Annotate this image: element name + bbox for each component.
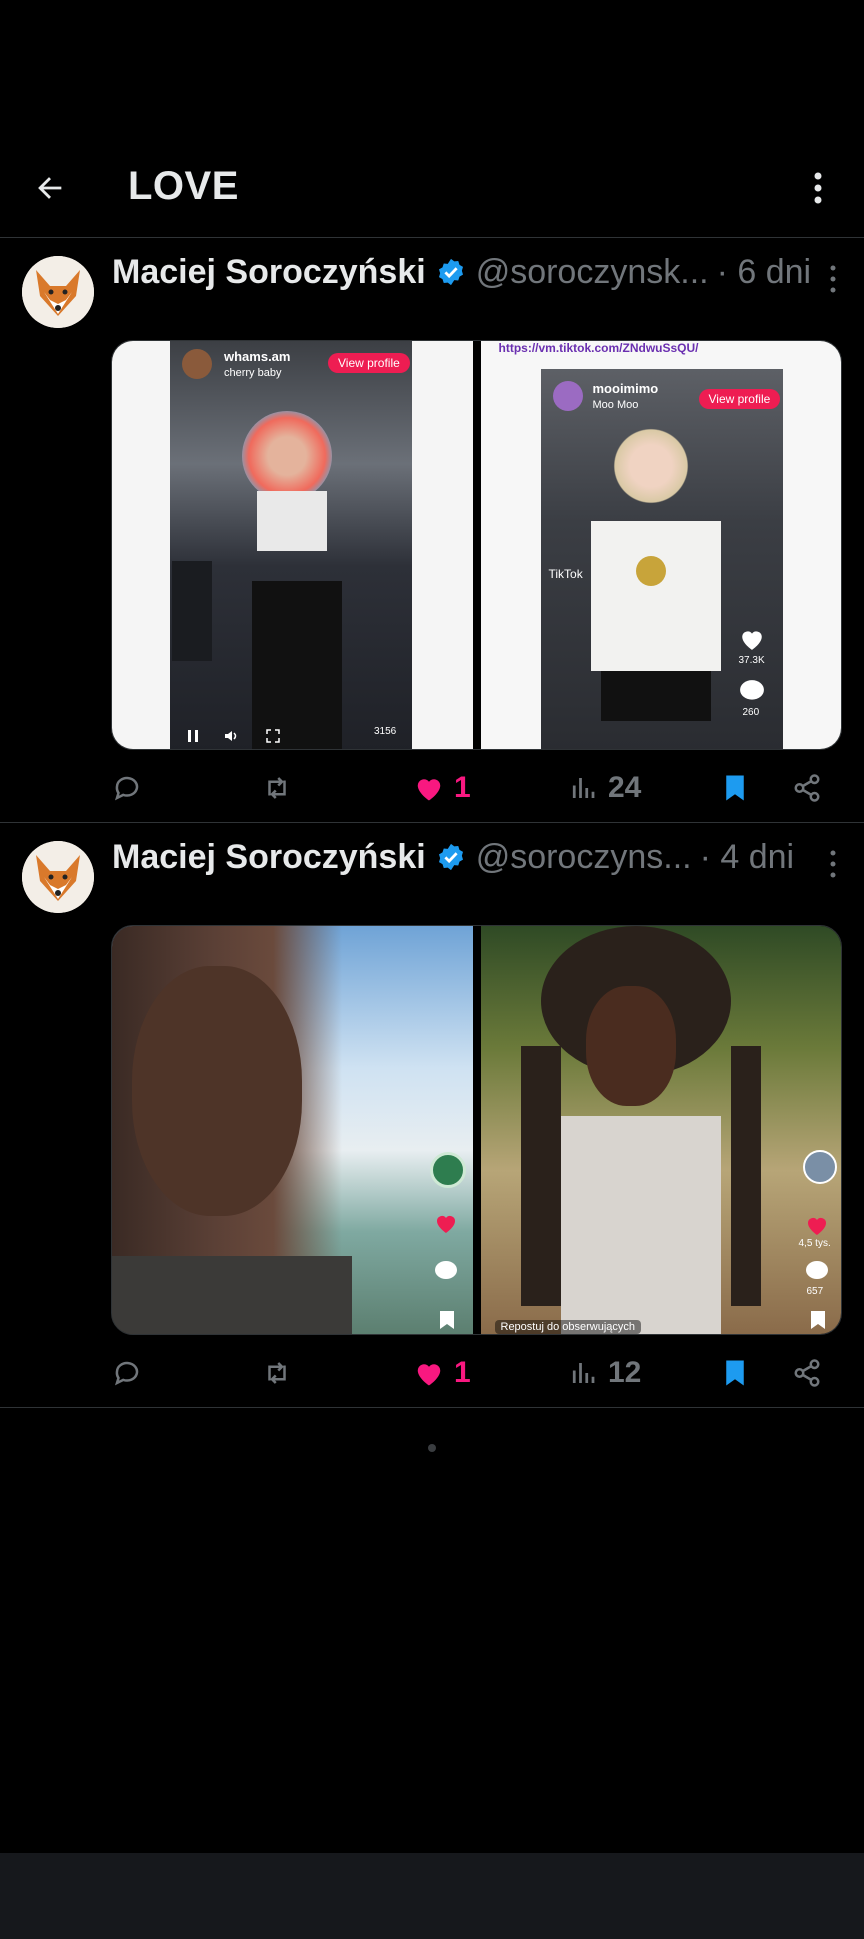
post-menu-icon[interactable]: [828, 849, 838, 879]
page-title: LOVE: [128, 164, 239, 208]
bookmark-button[interactable]: [720, 1351, 750, 1395]
video-username: mooimimo: [592, 381, 659, 396]
video-caption: Moo Moo: [592, 399, 639, 411]
share-count: 3156: [374, 726, 397, 737]
view-count: 12: [608, 1356, 642, 1389]
bookmark-icon: [810, 1311, 825, 1329]
repost-button[interactable]: [262, 1351, 292, 1395]
bottom-navigation-bar: [0, 1853, 864, 1939]
reply-button[interactable]: [112, 766, 142, 810]
repost-button[interactable]: [262, 766, 292, 810]
avatar[interactable]: [22, 841, 94, 913]
views-bar-chart-icon: [572, 778, 595, 798]
like-button[interactable]: 1: [414, 766, 471, 810]
share-button[interactable]: [792, 1351, 822, 1395]
avatar[interactable]: [22, 256, 94, 328]
post[interactable]: Maciej Soroczyński @soroczynsk... · 6 dn…: [0, 238, 864, 823]
share-icon: [794, 1359, 820, 1387]
share-icon: [794, 774, 820, 802]
more-vertical-icon: [814, 172, 822, 204]
back-button[interactable]: [28, 166, 72, 210]
view-profile-button[interactable]: View profile: [698, 389, 781, 409]
media-thumbnail[interactable]: 4,5 tys. 657 Repostuj do obserwujących: [480, 926, 841, 1334]
bookmark-button[interactable]: [720, 766, 750, 810]
media-thumbnail[interactable]: whams.am cherry baby View profile 3156: [112, 341, 473, 749]
fullscreen-icon: [266, 729, 280, 743]
fox-avatar-icon: [22, 841, 94, 913]
view-count: 24: [608, 771, 642, 804]
repost-icon: [268, 777, 286, 799]
comment-count: 657: [806, 1286, 824, 1297]
heart-filled-icon: [417, 779, 441, 801]
post-time[interactable]: · 4 dni: [700, 838, 795, 877]
more-options-button[interactable]: [800, 166, 836, 210]
post-menu-icon[interactable]: [828, 264, 838, 294]
bookmark-filled-icon: [726, 775, 744, 801]
heart-icon: [807, 1218, 826, 1235]
media-grid: whams.am cherry baby View profile 3156 h…: [111, 340, 842, 750]
author-handle[interactable]: @soroczynsk...: [476, 253, 709, 292]
media-grid: 4,5 tys. 657 Repostuj do obserwujących: [111, 925, 842, 1335]
repost-icon: [268, 1362, 286, 1384]
author-name[interactable]: Maciej Soroczyński: [112, 838, 426, 877]
view-profile-button[interactable]: View profile: [328, 353, 410, 373]
heart-filled-icon: [417, 1364, 441, 1386]
comment-bubble-icon: [739, 680, 764, 700]
views-bar-chart-icon: [572, 1363, 595, 1383]
like-count: 37.3K: [738, 655, 765, 666]
repost-label: Repostuj do obserwujących: [494, 1320, 642, 1334]
views-button[interactable]: 12: [568, 1351, 641, 1395]
bookmark-icon: [440, 1311, 454, 1329]
bookmark-filled-icon: [726, 1360, 744, 1386]
post-actions: 1 12: [112, 1351, 832, 1395]
media-thumbnail[interactable]: [112, 926, 473, 1334]
top-bar: LOVE: [0, 130, 864, 238]
like-count: 4,5 tys.: [798, 1238, 831, 1249]
reply-button[interactable]: [112, 1351, 142, 1395]
post-time[interactable]: · 6 dni: [717, 253, 812, 292]
like-count: 1: [454, 771, 471, 804]
media-thumbnail[interactable]: https://vm.tiktok.com/ZNdwuSsQU/ mooimim…: [480, 341, 841, 749]
tiktok-watermark: TikTok: [548, 567, 583, 581]
post-header: Maciej Soroczyński @soroczyns... · 4 dni: [112, 833, 844, 881]
video-caption: cherry baby: [224, 367, 282, 379]
verified-badge-icon: [438, 843, 463, 871]
comment-bubble-icon: [435, 1261, 457, 1279]
tiktok-link[interactable]: https://vm.tiktok.com/ZNdwuSsQU/: [499, 341, 699, 355]
post[interactable]: Maciej Soroczyński @soroczyns... · 4 dni…: [0, 823, 864, 1408]
comment-count: 260: [742, 707, 760, 718]
fox-avatar-icon: [22, 256, 94, 328]
arrow-left-icon: [38, 177, 62, 199]
loading-indicator: [428, 1444, 436, 1452]
author-name[interactable]: Maciej Soroczyński: [112, 253, 426, 292]
views-button[interactable]: 24: [568, 766, 641, 810]
like-button[interactable]: 1: [414, 1351, 471, 1395]
reply-icon: [114, 776, 139, 801]
share-button[interactable]: [792, 766, 822, 810]
heart-icon: [437, 1216, 455, 1233]
pause-icon: [188, 730, 198, 742]
heart-icon: [741, 631, 762, 650]
volume-icon: [225, 731, 237, 741]
verified-badge-icon: [438, 258, 463, 286]
author-handle[interactable]: @soroczyns...: [476, 838, 692, 877]
reply-icon: [114, 1361, 139, 1386]
video-username: whams.am: [224, 349, 291, 364]
post-header: Maciej Soroczyński @soroczynsk... · 6 dn…: [112, 248, 844, 296]
post-actions: 1 24: [112, 766, 832, 810]
comment-bubble-icon: [805, 1261, 828, 1279]
like-count: 1: [454, 1356, 471, 1389]
